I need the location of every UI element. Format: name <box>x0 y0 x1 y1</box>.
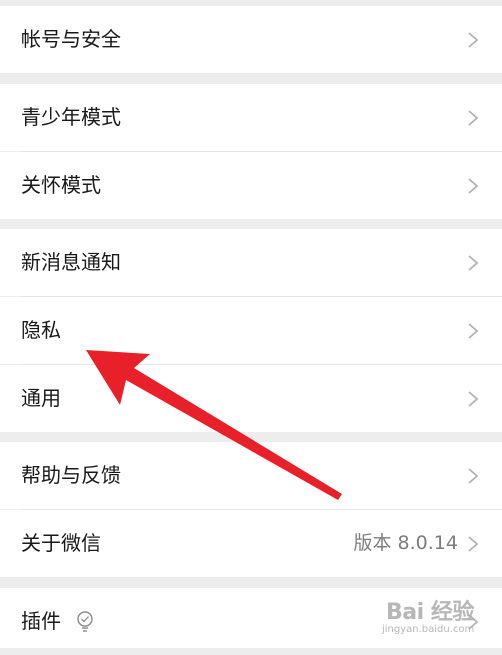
chevron-right-icon <box>468 110 479 126</box>
settings-item-label: 插件 <box>21 609 61 633</box>
chevron-right-icon <box>468 391 479 407</box>
settings-item-label: 关怀模式 <box>21 173 101 197</box>
settings-item-privacy[interactable]: 隐私 <box>0 297 502 364</box>
settings-item-help-feedback[interactable]: 帮助与反馈 <box>0 442 502 509</box>
settings-item-label: 帮助与反馈 <box>21 463 121 487</box>
watermark-url: jingyan.baidu.com <box>382 624 475 635</box>
settings-item-account-security[interactable]: 帐号与安全 <box>0 6 502 73</box>
chevron-right-icon <box>468 536 479 552</box>
chevron-right-icon <box>468 32 479 48</box>
chevron-right-icon <box>468 178 479 194</box>
chevron-right-icon <box>468 468 479 484</box>
chevron-right-icon <box>468 255 479 271</box>
bulb-icon <box>77 611 93 632</box>
settings-item-label: 关于微信 <box>21 531 101 555</box>
settings-item-label: 隐私 <box>21 318 61 342</box>
chevron-right-icon <box>468 323 479 339</box>
watermark-main: Bai 经验 <box>386 600 474 625</box>
settings-item-label: 通用 <box>21 386 61 410</box>
settings-item-care-mode[interactable]: 关怀模式 <box>0 152 502 219</box>
settings-item-teen-mode[interactable]: 青少年模式 <box>0 84 502 151</box>
settings-item-about-wechat[interactable]: 关于微信 版本 8.0.14 <box>0 510 502 577</box>
settings-item-notifications[interactable]: 新消息通知 <box>0 229 502 296</box>
watermark: Bai 经验 jingyan.baidu.com <box>380 590 502 640</box>
settings-item-general[interactable]: 通用 <box>0 365 502 432</box>
version-value: 版本 8.0.14 <box>353 532 458 554</box>
settings-item-label: 帐号与安全 <box>21 27 121 51</box>
settings-item-label: 新消息通知 <box>21 250 121 274</box>
settings-item-label: 青少年模式 <box>21 105 121 129</box>
